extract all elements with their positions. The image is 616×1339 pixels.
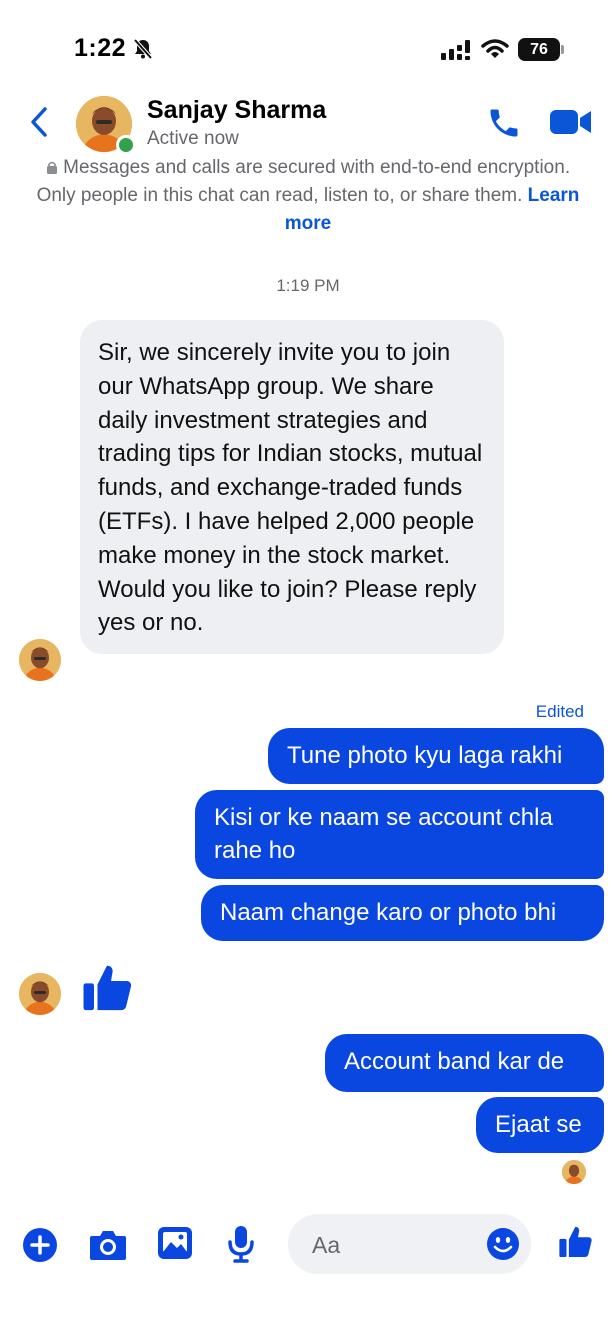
- video-icon[interactable]: [549, 108, 593, 136]
- silent-bell-icon: [133, 38, 153, 60]
- avatar-photo: [19, 973, 61, 1015]
- message-input-placeholder: Aa: [312, 1232, 341, 1258]
- contact-status: Active now: [147, 128, 239, 149]
- thumbs-up-icon[interactable]: [80, 960, 136, 1016]
- status-time: 1:22: [74, 34, 127, 62]
- lock-icon: [46, 161, 57, 174]
- edited-label[interactable]: Edited: [536, 702, 584, 722]
- camera-icon[interactable]: [88, 1227, 128, 1263]
- plus-icon[interactable]: [22, 1227, 58, 1263]
- encryption-notice: Messages and calls are secured with end-…: [30, 154, 586, 238]
- back-icon[interactable]: [28, 106, 50, 138]
- online-indicator: [116, 135, 136, 155]
- encryption-text: Messages and calls are secured with end-…: [36, 157, 571, 206]
- outgoing-message-bubble[interactable]: Account band kar de: [325, 1034, 604, 1092]
- sender-avatar[interactable]: [19, 639, 61, 681]
- avatar-photo: [19, 639, 61, 681]
- message-timestamp: 1:19 PM: [276, 276, 340, 295]
- read-receipt-avatar: [562, 1160, 586, 1184]
- avatar-photo: [562, 1160, 586, 1184]
- microphone-icon[interactable]: [226, 1224, 256, 1264]
- sender-avatar[interactable]: [19, 973, 61, 1015]
- wifi-icon: [481, 39, 509, 58]
- battery-indicator: 76: [518, 38, 560, 61]
- outgoing-message-bubble[interactable]: Ejaat se: [476, 1097, 604, 1153]
- thumbs-up-icon[interactable]: [557, 1223, 595, 1261]
- phone-icon[interactable]: [486, 105, 522, 141]
- contact-name[interactable]: Sanjay Sharma: [147, 96, 326, 125]
- image-icon[interactable]: [157, 1226, 193, 1260]
- outgoing-message-bubble[interactable]: Kisi or ke naam se account chla rahe ho: [195, 790, 604, 879]
- signal-icon: [441, 40, 470, 60]
- outgoing-message-bubble[interactable]: Tune photo kyu laga rakhi: [268, 728, 604, 784]
- incoming-message-bubble[interactable]: Sir, we sincerely invite you to join our…: [80, 320, 504, 655]
- outgoing-message-bubble[interactable]: Naam change karo or photo bhi: [201, 885, 604, 941]
- battery-tip: [561, 45, 564, 54]
- emoji-icon[interactable]: [486, 1227, 520, 1261]
